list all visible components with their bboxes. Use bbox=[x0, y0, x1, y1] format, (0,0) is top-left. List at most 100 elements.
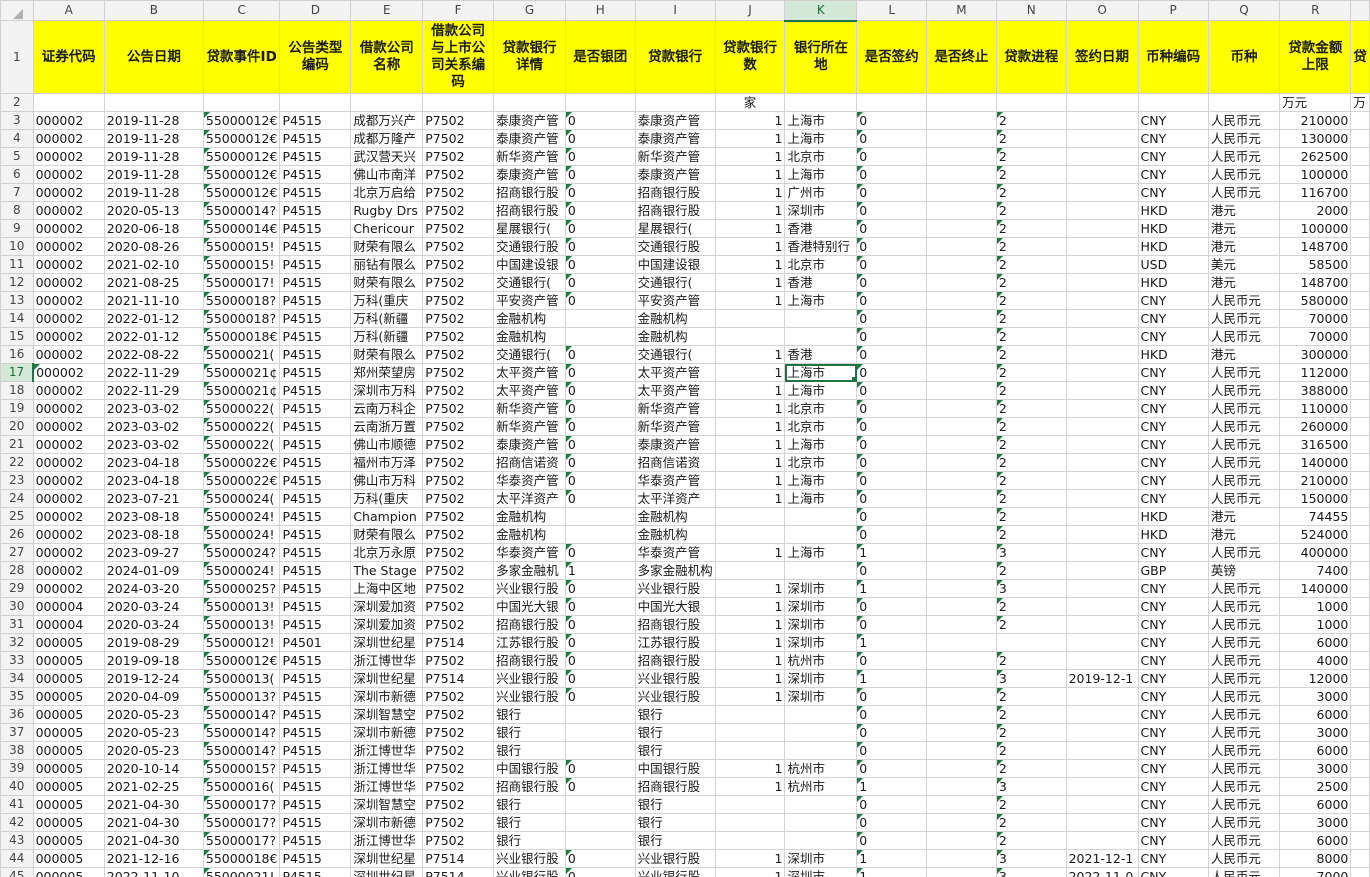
header-cell[interactable]: 贷款进程 bbox=[995, 20, 1067, 94]
data-cell[interactable]: 2 bbox=[995, 723, 1067, 742]
data-cell[interactable]: 2019-11-28 bbox=[103, 183, 204, 202]
data-cell[interactable] bbox=[926, 633, 997, 652]
data-cell[interactable]: 英镑 bbox=[1207, 561, 1281, 580]
row-header[interactable]: 34 bbox=[0, 669, 34, 688]
data-cell[interactable]: 银行 bbox=[493, 741, 566, 760]
unit-cell[interactable]: 万元 bbox=[1279, 93, 1352, 112]
data-cell[interactable]: CNY bbox=[1137, 579, 1209, 598]
data-cell[interactable] bbox=[1350, 381, 1370, 400]
data-cell[interactable]: USD bbox=[1137, 255, 1209, 274]
data-cell[interactable]: 0 bbox=[856, 741, 928, 760]
data-cell[interactable]: P7502 bbox=[422, 579, 495, 598]
data-cell[interactable]: 55000014€ bbox=[202, 219, 281, 238]
data-cell[interactable]: P4515 bbox=[279, 327, 352, 346]
data-cell[interactable]: 2 bbox=[995, 615, 1067, 634]
data-cell[interactable] bbox=[926, 813, 997, 832]
data-cell[interactable]: 深圳智慧空 bbox=[350, 705, 424, 724]
data-cell[interactable] bbox=[926, 165, 997, 184]
data-cell[interactable]: 万科(新疆 bbox=[350, 309, 424, 328]
data-cell[interactable]: 1 bbox=[856, 543, 928, 562]
data-cell[interactable]: 000005 bbox=[32, 633, 105, 652]
data-cell[interactable]: 150000 bbox=[1279, 489, 1352, 508]
data-cell[interactable] bbox=[714, 507, 786, 526]
data-cell[interactable] bbox=[926, 471, 997, 490]
data-cell[interactable]: 6000 bbox=[1279, 633, 1352, 652]
data-cell[interactable] bbox=[1350, 147, 1370, 166]
data-cell[interactable]: 兴业银行股 bbox=[634, 579, 716, 598]
data-cell[interactable]: 金融机构 bbox=[634, 309, 716, 328]
data-cell[interactable]: 深圳智慧空 bbox=[350, 795, 424, 814]
data-cell[interactable]: 人民币元 bbox=[1207, 381, 1281, 400]
data-cell[interactable]: 55000012! bbox=[202, 633, 281, 652]
column-header-next[interactable] bbox=[1350, 0, 1370, 21]
data-cell[interactable] bbox=[926, 453, 997, 472]
data-cell[interactable]: 招商银行股 bbox=[634, 777, 716, 796]
data-cell[interactable]: P7502 bbox=[422, 165, 495, 184]
data-cell[interactable]: 银行 bbox=[493, 705, 566, 724]
data-cell[interactable] bbox=[1350, 345, 1370, 364]
row-header[interactable]: 36 bbox=[0, 705, 34, 724]
data-cell[interactable]: 招商银行股 bbox=[493, 615, 566, 634]
data-cell[interactable]: 招商银行股 bbox=[634, 183, 716, 202]
data-cell[interactable]: 2020-03-24 bbox=[103, 597, 204, 616]
data-cell[interactable]: 0 bbox=[564, 759, 636, 778]
data-cell[interactable]: 000002 bbox=[32, 129, 105, 148]
header-cell[interactable]: 是否签约 bbox=[856, 20, 928, 94]
data-cell[interactable]: P4515 bbox=[279, 381, 352, 400]
unit-cell[interactable] bbox=[493, 93, 566, 112]
data-cell[interactable]: CNY bbox=[1137, 759, 1209, 778]
data-cell[interactable]: 0 bbox=[564, 471, 636, 490]
data-cell[interactable]: 港元 bbox=[1207, 345, 1281, 364]
data-cell[interactable]: 2 bbox=[995, 741, 1067, 760]
data-cell[interactable]: 0 bbox=[564, 777, 636, 796]
data-cell[interactable]: 55000012€ bbox=[202, 111, 281, 130]
data-cell[interactable]: 55000015! bbox=[202, 255, 281, 274]
column-header-k[interactable]: K bbox=[784, 0, 858, 22]
data-cell[interactable]: P4515 bbox=[279, 687, 352, 706]
data-cell[interactable]: 210000 bbox=[1279, 471, 1352, 490]
data-cell[interactable]: 400000 bbox=[1279, 543, 1352, 562]
data-cell[interactable]: 兴业银行股 bbox=[493, 579, 566, 598]
data-cell[interactable]: 1 bbox=[714, 417, 786, 436]
data-cell[interactable]: 上海市 bbox=[784, 363, 858, 382]
data-cell[interactable] bbox=[1350, 525, 1370, 544]
data-cell[interactable]: P4515 bbox=[279, 651, 352, 670]
data-cell[interactable]: Champion bbox=[350, 507, 424, 526]
row-header[interactable]: 21 bbox=[0, 435, 34, 454]
data-cell[interactable]: 0 bbox=[856, 813, 928, 832]
data-cell[interactable]: 1 bbox=[714, 615, 786, 634]
data-cell[interactable]: 000002 bbox=[32, 417, 105, 436]
data-cell[interactable]: 000005 bbox=[32, 795, 105, 814]
data-cell[interactable]: P4515 bbox=[279, 345, 352, 364]
data-cell[interactable] bbox=[1350, 399, 1370, 418]
data-cell[interactable]: 000004 bbox=[32, 615, 105, 634]
data-cell[interactable]: 0 bbox=[856, 219, 928, 238]
unit-cell[interactable] bbox=[350, 93, 424, 112]
data-cell[interactable] bbox=[1065, 525, 1139, 544]
unit-cell[interactable] bbox=[856, 93, 928, 112]
data-cell[interactable]: 1 bbox=[714, 489, 786, 508]
row-header[interactable]: 30 bbox=[0, 597, 34, 616]
data-cell[interactable]: 香港 bbox=[784, 273, 858, 292]
header-cell[interactable]: 币种 bbox=[1207, 20, 1281, 94]
header-cell[interactable]: 贷款金额上限 bbox=[1279, 20, 1352, 94]
data-cell[interactable]: 0 bbox=[856, 237, 928, 256]
data-cell[interactable]: CNY bbox=[1137, 867, 1209, 877]
data-cell[interactable] bbox=[1065, 399, 1139, 418]
data-cell[interactable]: P7514 bbox=[422, 867, 495, 877]
data-cell[interactable]: 1 bbox=[714, 867, 786, 877]
data-cell[interactable] bbox=[926, 273, 997, 292]
data-cell[interactable]: 000002 bbox=[32, 147, 105, 166]
data-cell[interactable]: 1000 bbox=[1279, 597, 1352, 616]
row-header[interactable]: 20 bbox=[0, 417, 34, 436]
data-cell[interactable]: P4515 bbox=[279, 669, 352, 688]
data-cell[interactable]: 0 bbox=[856, 309, 928, 328]
row-header[interactable]: 38 bbox=[0, 741, 34, 760]
data-cell[interactable] bbox=[1065, 417, 1139, 436]
data-cell[interactable]: 2 bbox=[995, 561, 1067, 580]
unit-cell[interactable] bbox=[422, 93, 495, 112]
data-cell[interactable] bbox=[926, 687, 997, 706]
data-cell[interactable]: 交通银行( bbox=[493, 345, 566, 364]
data-cell[interactable]: 新华资产管 bbox=[493, 399, 566, 418]
data-cell[interactable]: CNY bbox=[1137, 471, 1209, 490]
